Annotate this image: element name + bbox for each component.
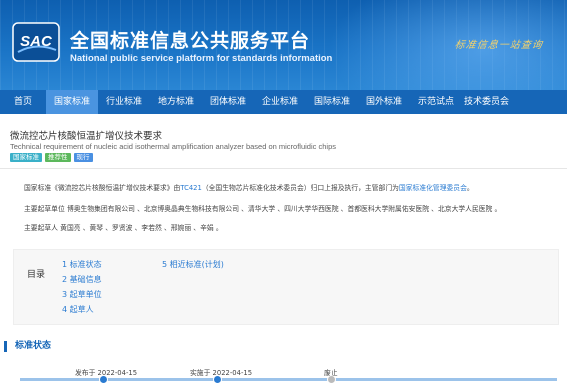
divider — [0, 168, 567, 169]
toc-item-drafters[interactable]: 4 起草人 — [62, 302, 102, 317]
toc-item-status[interactable]: 1 标准状态 — [62, 257, 102, 272]
standard-badges: 国家标准 推荐性 现行 — [10, 153, 93, 162]
nav-tech-committee[interactable]: 技术委员会 — [462, 90, 567, 114]
nav-enterprise-standards[interactable]: 企业标准 — [254, 90, 306, 114]
nav-international-standards[interactable]: 国际标准 — [306, 90, 358, 114]
standard-description: 国家标准《微流控芯片核酸恒温扩增仪技术要求》由TC421（全国生物芯片标准化技术… — [24, 182, 474, 192]
nav-foreign-standards[interactable]: 国外标准 — [358, 90, 410, 114]
standard-title-en: Technical requirement of nucleic acid is… — [10, 142, 336, 151]
logo-text: SAC — [20, 33, 53, 50]
badge-national: 国家标准 — [10, 153, 42, 162]
sac-logo[interactable]: SAC — [12, 22, 60, 62]
toc-item-similar-standards[interactable]: 5 相近标准(计划) — [162, 257, 224, 272]
badge-current: 现行 — [73, 153, 93, 162]
toc-item-drafting-units[interactable]: 3 起草单位 — [62, 287, 102, 302]
nav-pilot[interactable]: 示范试点 — [410, 90, 462, 114]
desc-middle: （全国生物芯片标准化技术委员会）归口上报及执行，主管部门为 — [201, 184, 399, 192]
main-nav: 首页 国家标准 行业标准 地方标准 团体标准 企业标准 国际标准 国外标准 示范… — [0, 90, 567, 114]
drafting-units: 主要起草单位 博奥生物集团有限公司 、北京博奥晶典生物科技有限公司 、清华大学 … — [24, 205, 502, 213]
toc-item-basic-info[interactable]: 2 基础信息 — [62, 272, 102, 287]
abolish-dot — [327, 375, 336, 384]
toc-label: 目录 — [27, 270, 46, 280]
toc-column-1: 1 标准状态 2 基础信息 3 起草单位 4 起草人 — [62, 257, 102, 317]
implement-dot — [213, 375, 222, 384]
standard-title: 微流控芯片核酸恒温扩增仪技术要求 — [10, 131, 163, 142]
nav-local-standards[interactable]: 地方标准 — [150, 90, 202, 114]
desc-prefix: 国家标准《微流控芯片核酸恒温扩增仪技术要求》由 — [24, 184, 181, 192]
site-slogan: 标准信息一站查询 — [453, 40, 544, 51]
tc-link[interactable]: TC421 — [180, 184, 201, 192]
publish-dot — [99, 375, 108, 384]
desc-suffix: 。 — [466, 184, 474, 192]
nav-industry-standards[interactable]: 行业标准 — [98, 90, 150, 114]
nav-group-standards[interactable]: 团体标准 — [202, 90, 254, 114]
table-of-contents: 目录 1 标准状态 2 基础信息 3 起草单位 4 起草人 5 相近标准(计划) — [13, 249, 559, 325]
toc-column-2: 5 相近标准(计划) — [162, 257, 224, 272]
implement-date: 实施于 2022-04-15 — [190, 369, 253, 377]
nav-home[interactable]: 首页 — [0, 90, 46, 114]
badge-recommended: 推荐性 — [45, 153, 71, 162]
site-header: SAC 全国标准信息公共服务平台 National public service… — [0, 0, 567, 90]
site-title-en: National public service platform for sta… — [70, 53, 333, 64]
nav-national-standards[interactable]: 国家标准 — [46, 90, 98, 114]
dept-link[interactable]: 国家标准化管理委员会 — [399, 184, 467, 192]
drafters: 主要起草人 黄国亮 、黄琴 、罗贤波 、李若然 、邢婉丽 、辛娟 。 — [24, 224, 223, 232]
site-title: 全国标准信息公共服务平台 — [70, 30, 311, 52]
status-section-title: 标准状态 — [4, 341, 51, 352]
